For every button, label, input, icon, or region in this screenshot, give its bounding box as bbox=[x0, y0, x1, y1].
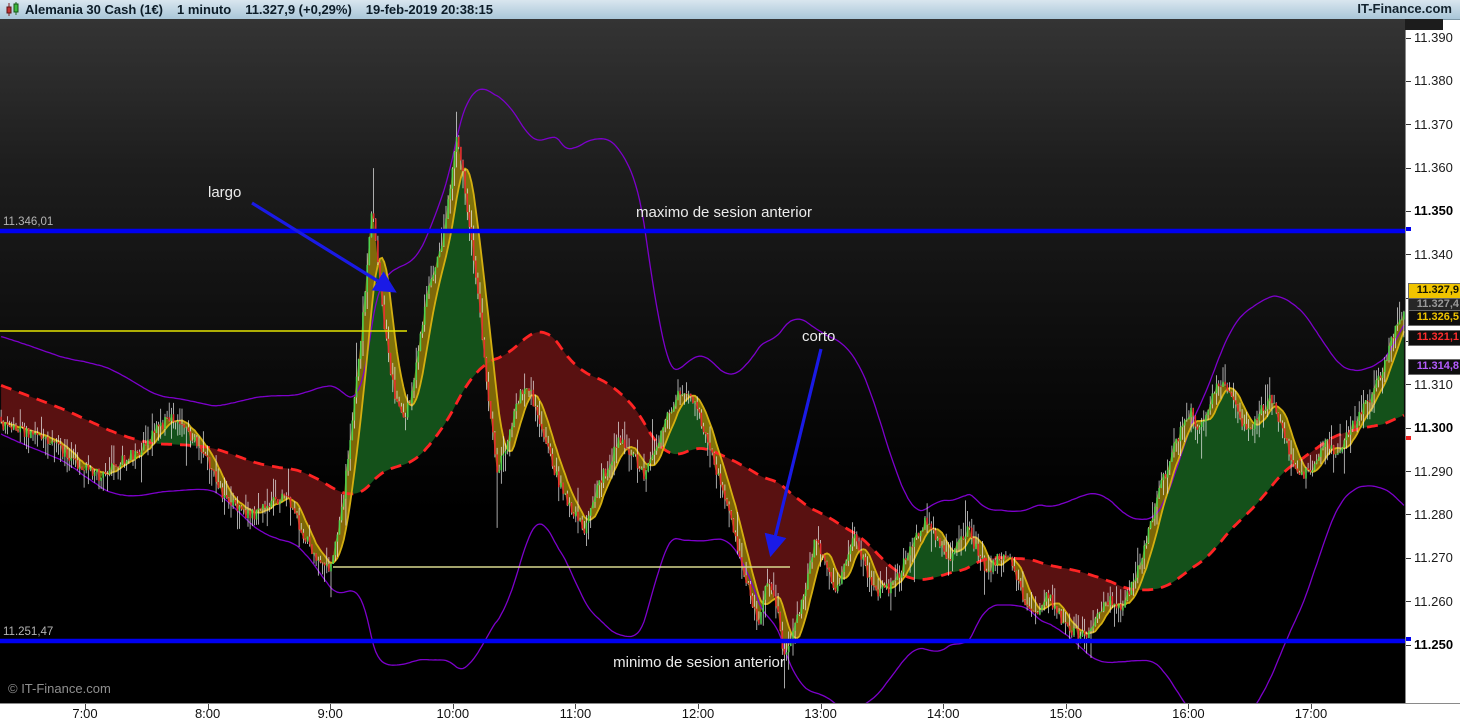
time-tick-label: 10:00 bbox=[436, 706, 470, 720]
largo-arrow[interactable] bbox=[251, 201, 397, 293]
price-tick bbox=[1406, 514, 1411, 516]
axis-level-mark bbox=[1406, 227, 1411, 231]
price-tick bbox=[1406, 210, 1411, 212]
time-tick-label: 16:00 bbox=[1172, 706, 1205, 720]
session-low-annotation: minimo de sesion anterior bbox=[613, 654, 785, 671]
price-badge: 11.327,9 bbox=[1408, 283, 1460, 299]
price-tick-label: 11.350 bbox=[1414, 203, 1454, 219]
price-tick bbox=[1406, 384, 1411, 386]
axis-level-mark bbox=[1406, 637, 1411, 641]
session-low-value-label: 11.251,47 bbox=[3, 626, 53, 638]
time-tick-label: 13:00 bbox=[804, 706, 837, 720]
price-tick bbox=[1406, 80, 1411, 82]
time-tick-label: 14:00 bbox=[926, 706, 960, 720]
price-tick bbox=[1406, 167, 1411, 169]
price-badge: 11.326,5 bbox=[1408, 310, 1460, 326]
corto-arrow[interactable] bbox=[764, 348, 823, 558]
session-high-annotation: maximo de sesion anterior bbox=[636, 204, 812, 221]
time-tick-label: 15:00 bbox=[1049, 706, 1083, 720]
time-axis[interactable]: 7:00 8:00 9:00 10:00 11:00 12:00 13:00 14:00 15:… bbox=[0, 703, 1460, 720]
price-tick-label: 11.280 bbox=[1414, 506, 1453, 522]
price-tick bbox=[1406, 471, 1411, 473]
time-tick-label: 8:00 bbox=[194, 706, 221, 720]
price-tick-label: 11.300 bbox=[1414, 420, 1454, 436]
price-tick bbox=[1406, 37, 1411, 39]
price-tick-label: 11.380 bbox=[1414, 73, 1453, 89]
price-badge: 11.321,1 bbox=[1408, 330, 1460, 346]
time-tick-label: 11:00 bbox=[559, 706, 592, 720]
time-tick-label: 9:00 bbox=[317, 706, 343, 720]
price-tick bbox=[1406, 254, 1411, 256]
watermark: © IT-Finance.com bbox=[8, 681, 111, 696]
price-badge: 11.314,8 bbox=[1408, 359, 1460, 375]
price-tick bbox=[1406, 644, 1411, 646]
price-tick-label: 11.360 bbox=[1414, 160, 1453, 176]
price-tick bbox=[1406, 557, 1411, 559]
session-high-value-label: 11.346,01 bbox=[3, 216, 53, 228]
price-tick bbox=[1406, 427, 1411, 429]
price-tick bbox=[1406, 601, 1411, 603]
price-tick-label: 11.310 bbox=[1414, 376, 1453, 392]
trading-app-window: Alemania 30 Cash (1€) 1 minuto 11.327,9 … bbox=[0, 0, 1460, 720]
price-tick bbox=[1406, 124, 1411, 126]
time-tick-label: 7:00 bbox=[72, 706, 98, 720]
price-tick-label: 11.270 bbox=[1414, 550, 1453, 566]
chart-annotation-layer: 11.346,01 11.251,47 maximo de sesion ant… bbox=[0, 184, 1405, 696]
axis-level-mark bbox=[1406, 436, 1411, 440]
time-tick-label: 12:00 bbox=[681, 706, 715, 720]
price-tick-label: 11.340 bbox=[1414, 246, 1453, 262]
price-axis[interactable]: 11.390 11.380 11.370 11.360 11.350 11.340 11.3… bbox=[1405, 30, 1460, 703]
price-tick-label: 11.370 bbox=[1414, 116, 1453, 132]
largo-annotation: largo bbox=[208, 184, 241, 201]
time-tick-label: 17:00 bbox=[1294, 706, 1328, 720]
price-tick-label: 11.390 bbox=[1414, 30, 1453, 45]
corto-annotation: corto bbox=[802, 328, 835, 345]
price-tick-label: 11.290 bbox=[1414, 463, 1453, 479]
price-tick-label: 11.260 bbox=[1414, 593, 1453, 609]
price-tick-label: 11.250 bbox=[1414, 637, 1454, 652]
